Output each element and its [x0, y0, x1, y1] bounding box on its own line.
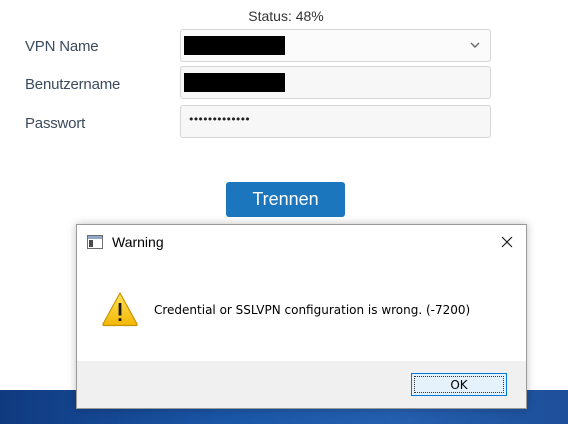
redacted-username — [184, 73, 285, 92]
dialog-footer: OK — [77, 361, 526, 408]
chevron-down-icon — [470, 42, 480, 48]
warning-triangle-icon — [102, 292, 138, 327]
dialog-body: Credential or SSLVPN configuration is wr… — [77, 258, 526, 361]
password-label: Passwort — [25, 115, 86, 132]
redacted-vpn-name — [184, 36, 285, 55]
dialog-titlebar[interactable]: Warning — [77, 225, 526, 258]
close-button[interactable] — [495, 230, 519, 254]
vpn-name-label: VPN Name — [25, 38, 99, 55]
window-app-icon — [87, 235, 103, 249]
disconnect-button[interactable]: Trennen — [226, 182, 345, 217]
warning-dialog: Warning Credential or SSLVPN configurati… — [76, 224, 527, 409]
connection-status: Status: 48% — [248, 8, 324, 24]
username-label: Benutzername — [25, 76, 121, 93]
username-field[interactable] — [180, 66, 491, 99]
password-masked-value: ••••••••••••• — [188, 113, 251, 126]
ok-button[interactable]: OK — [411, 373, 507, 396]
password-field[interactable]: ••••••••••••• — [180, 105, 491, 138]
dialog-message: Credential or SSLVPN configuration is wr… — [154, 303, 471, 317]
dialog-title: Warning — [112, 234, 164, 250]
vpn-name-select[interactable] — [180, 29, 491, 62]
close-icon — [501, 236, 513, 248]
